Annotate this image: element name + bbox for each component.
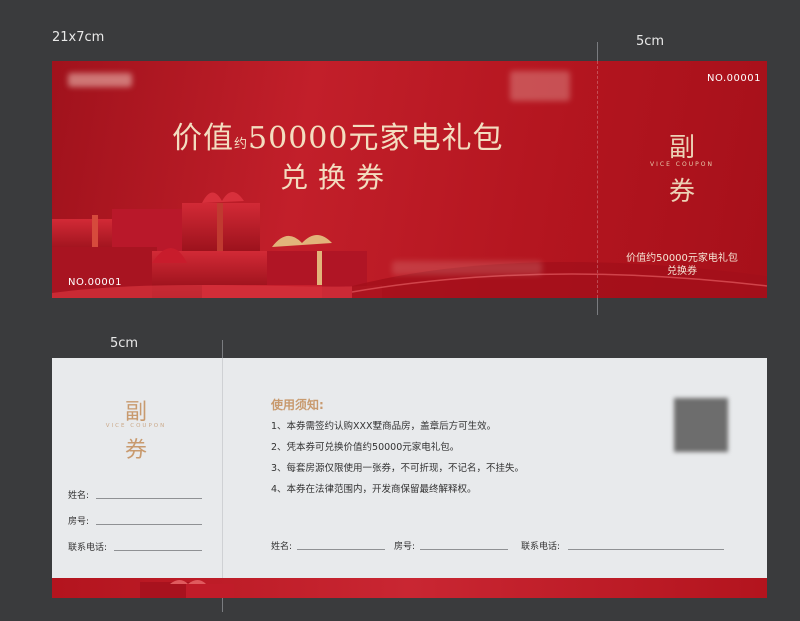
stub-room-label: 房号: <box>68 517 90 527</box>
rule-item: 1、本券需签约认购XXX墅商品房，盖章后方可生效。 <box>271 421 497 432</box>
rule-item: 3、每套房源仅限使用一张券，不可折现，不记名，不挂失。 <box>271 463 525 474</box>
notice-title: 使用须知: <box>271 398 324 412</box>
footer-gift-boxes <box>140 580 234 598</box>
phone-label: 联系电话: <box>521 542 561 552</box>
stub-phone-field[interactable] <box>114 550 202 551</box>
ticket-number-top: NO.00001 <box>707 73 761 84</box>
qr-code <box>674 398 728 452</box>
phone-field[interactable] <box>568 549 724 550</box>
back-stub-char-quan: 券 <box>124 438 147 463</box>
stub-vice-coupon: VICE COUPON <box>650 161 714 168</box>
front-ticket: 价值约50000元家电礼包 兑换券 NO.00001 NO.00001 副 VI… <box>52 61 767 298</box>
rule-item: 4、本券在法律范围内，开发商保留最终解释权。 <box>271 484 477 495</box>
back-stub-char-fu: 副 <box>124 400 147 425</box>
back-divider <box>222 358 223 578</box>
blurred-text-strip <box>392 261 542 275</box>
title-small: 约 <box>234 137 249 152</box>
stub-char-quan: 券 <box>668 177 695 207</box>
brand-logo <box>68 73 132 87</box>
stub-name-field[interactable] <box>96 498 202 499</box>
stub-room-field[interactable] <box>96 524 202 525</box>
stub-char-fu: 副 <box>668 133 695 163</box>
stub-phone-label: 联系电话: <box>68 543 108 553</box>
name-label: 姓名: <box>271 542 293 552</box>
rule-item: 2、凭本券可兑换价值约50000元家电礼包。 <box>271 442 460 453</box>
stub-exchange-line: 兑换券 <box>667 266 697 277</box>
front-stub-size-label: 5cm <box>636 34 665 49</box>
back-stub-vice-coupon: VICE COUPON <box>105 423 167 429</box>
ticket-number-bottom: NO.00001 <box>68 277 122 288</box>
name-field[interactable] <box>297 549 385 550</box>
room-field[interactable] <box>420 549 508 550</box>
stub-name-label: 姓名: <box>68 491 90 501</box>
room-label: 房号: <box>394 542 416 552</box>
front-size-label: 21x7cm <box>52 30 105 45</box>
coupon-title: 价值约50000元家电礼包 <box>172 113 502 157</box>
title-main: 50000元家电礼包 <box>248 121 504 156</box>
back-ticket: 副 VICE COUPON 券 姓名: 房号: 联系电话: 使用须知: 1、本券… <box>52 358 767 598</box>
brand-logo-secondary <box>510 71 570 101</box>
title-prefix: 价值 <box>172 121 234 156</box>
back-stub-size-label: 5cm <box>110 336 139 351</box>
